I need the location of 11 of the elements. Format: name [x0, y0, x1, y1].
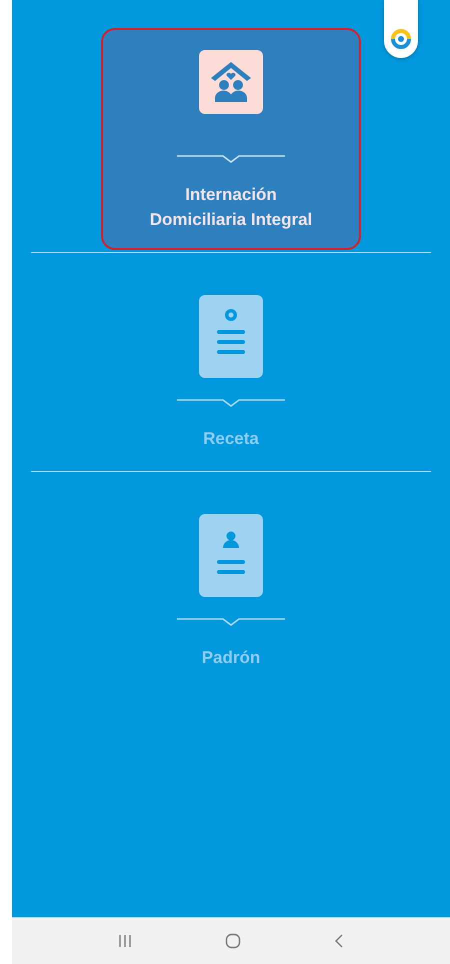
menu-item[interactable]: Receta: [101, 273, 361, 469]
logo-icon: [390, 28, 412, 50]
menu-label: Internación Domiciliaria Integral: [150, 184, 312, 231]
menu-item[interactable]: Padrón: [101, 492, 361, 688]
menu-label: Receta: [203, 428, 259, 450]
recent-apps-icon[interactable]: [118, 934, 132, 948]
logo-badge[interactable]: [384, 0, 418, 58]
back-icon[interactable]: [334, 933, 344, 949]
menu-label: Padrón: [202, 647, 260, 669]
menu-item[interactable]: Internación Domiciliaria Integral: [101, 28, 361, 250]
home-icon[interactable]: [224, 933, 241, 949]
